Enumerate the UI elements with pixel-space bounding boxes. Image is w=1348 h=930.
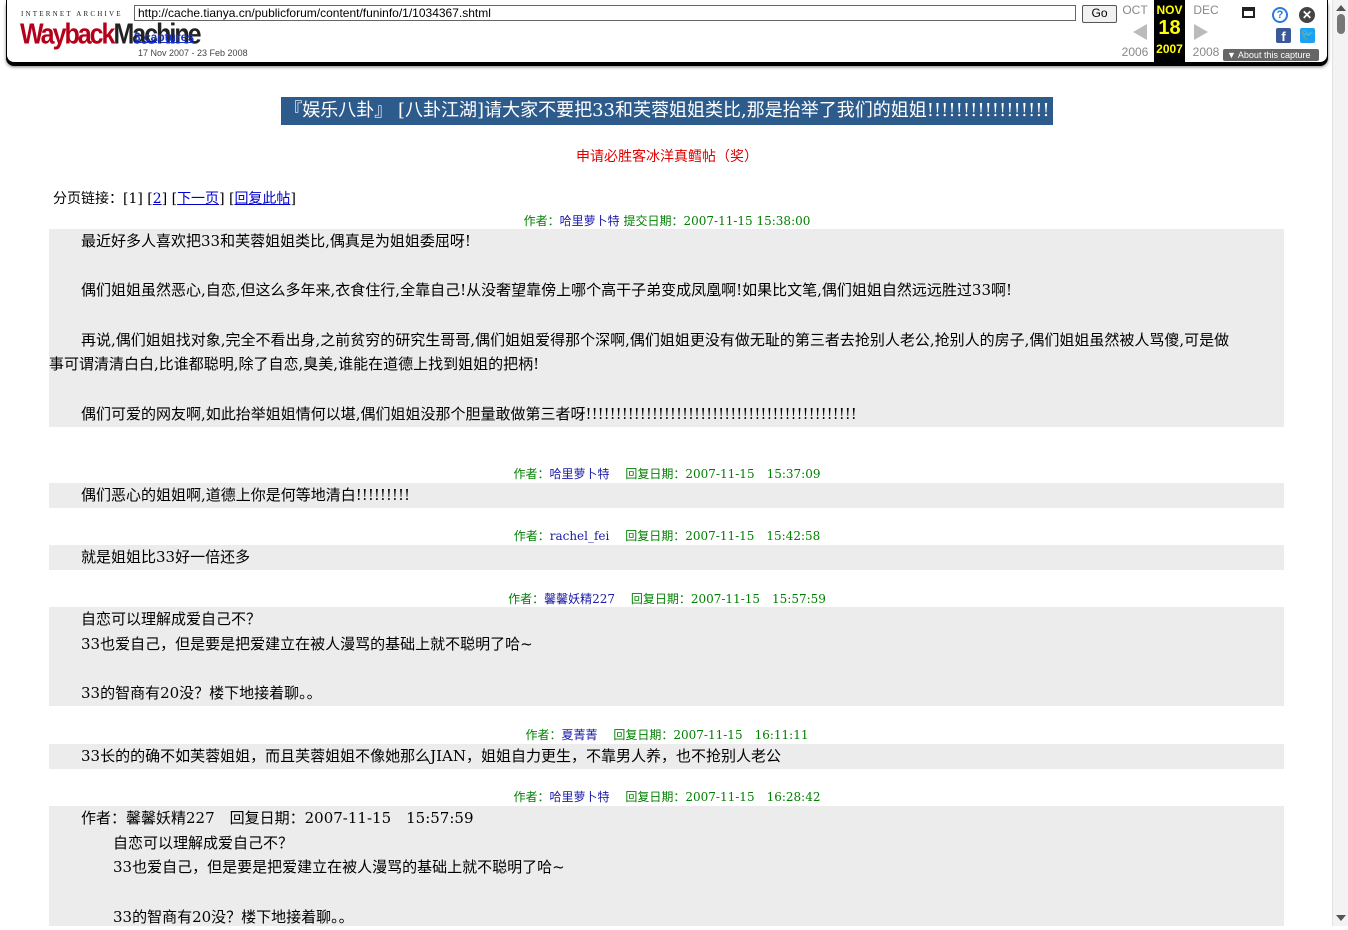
author-label: 作者： bbox=[525, 728, 562, 742]
post-header: 作者：rachel_fei 回复日期：2007-11-15 15:42:58 bbox=[0, 527, 1334, 544]
post-line: 自恋可以理解成爱自己不？ bbox=[113, 833, 294, 852]
pager-current: [1] bbox=[123, 191, 143, 207]
post-line: 偶们姐姐虽然恶心,自恋,但这么多年来,衣食住行,全靠自己!从没奢望靠傍上哪个高干… bbox=[81, 281, 1013, 300]
post-line: 33也爱自己，但是要是把爱建立在被人漫骂的基础上就不聪明了哈~ bbox=[81, 634, 533, 653]
wayback-logo-wayback: Wayback bbox=[20, 18, 115, 51]
date-label: 回复日期： bbox=[625, 529, 686, 543]
post-line: 33也爱自己，但是要是把爱建立在被人漫骂的基础上就不聪明了哈~ bbox=[113, 858, 565, 877]
selected-year: 2007 bbox=[1156, 42, 1183, 56]
post-header: 作者：馨馨妖精227 回复日期：2007-11-15 15:57:59 bbox=[0, 590, 1334, 607]
about-capture-label: About this capture bbox=[1237, 50, 1311, 60]
thread-title-wrap: 『娱乐八卦』 [八卦江湖]请大家不要把33和芙蓉姐姐类比,那是抬举了我们的姐姐!… bbox=[0, 97, 1334, 125]
about-capture-button[interactable]: ▼ About this capture bbox=[1223, 49, 1319, 61]
vertical-scrollbar[interactable] bbox=[1332, 0, 1348, 926]
scrollbar-thumb[interactable] bbox=[1337, 14, 1345, 34]
post-line: 偶们可爱的网友啊,如此抬举姐姐情何以堪,偶们姐姐没那个胆量敢做第三者呀!!!!!… bbox=[81, 404, 857, 423]
post-body: 自恋可以理解成爱自己不？ 33也爱自己，但是要是把爱建立在被人漫骂的基础上就不聪… bbox=[49, 607, 1284, 706]
author-label: 作者： bbox=[523, 214, 560, 228]
author-name[interactable]: 馨馨妖精227 bbox=[544, 592, 615, 606]
post-header: 作者：哈里萝卜特 回复日期：2007-11-15 16:28:42 bbox=[0, 788, 1334, 805]
wayback-toolbar: INTERNET ARCHIVE WaybackMachine http://c… bbox=[6, 0, 1328, 63]
post-date: 2007-11-15 15:38:00 bbox=[683, 214, 811, 228]
selected-month: NOV bbox=[1156, 3, 1183, 17]
author-label: 作者： bbox=[508, 592, 545, 606]
dropdown-triangle-icon: ▼ bbox=[1227, 50, 1238, 60]
post-body: 33长的的确不如芙蓉姐姐，而且芙蓉姐姐不像她那么JIAN，姐姐自力更生，不靠男人… bbox=[49, 744, 1284, 769]
facebook-icon[interactable]: f bbox=[1276, 28, 1291, 44]
twitter-icon[interactable]: 🐦 bbox=[1300, 28, 1315, 43]
scroll-down-arrow-icon[interactable] bbox=[1336, 915, 1346, 921]
thread-title: 『娱乐八卦』 [八卦江湖]请大家不要把33和芙蓉姐姐类比,那是抬举了我们的姐姐!… bbox=[281, 97, 1053, 125]
post-line: 就是姐姐比33好一倍还多 bbox=[81, 548, 251, 566]
post-line: 偶们恶心的姐姐啊,道德上你是何等地清白!!!!!!!!! bbox=[81, 486, 411, 504]
selected-day: 18 bbox=[1158, 17, 1181, 39]
post-line: 再说,偶们姐姐找对象,完全不看出身,之前贫穷的研究生哥哥,偶们姐姐爱得那个深啊,… bbox=[81, 330, 1230, 349]
post-header: 作者：哈里萝卜特 回复日期：2007-11-15 15:37:09 bbox=[0, 465, 1334, 482]
author-name[interactable]: 哈里萝卜特 bbox=[560, 214, 620, 228]
scroll-up-arrow-icon[interactable] bbox=[1336, 5, 1346, 11]
post-header: 作者：夏菁菁 回复日期：2007-11-15 16:11:11 bbox=[0, 726, 1334, 743]
post-body: 就是姐姐比33好一倍还多 bbox=[49, 545, 1284, 570]
author-name[interactable]: 哈里萝卜特 bbox=[550, 467, 610, 481]
help-icon[interactable]: ? bbox=[1272, 7, 1288, 23]
post-body: 最近好多人喜欢把33和芙蓉姐姐类比,偶真是为姐姐委屈呀! 偶们姐姐虽然恶心,自恋… bbox=[49, 229, 1284, 427]
author-label: 作者： bbox=[513, 529, 550, 543]
prev-year-label[interactable]: 2006 bbox=[1118, 45, 1152, 59]
post-line: 33长的的确不如芙蓉姐姐，而且芙蓉姐姐不像她那么JIAN，姐姐自力更生，不靠男人… bbox=[81, 747, 781, 765]
post-body: 作者：馨馨妖精227 回复日期：2007-11-15 15:57:59 自恋可以… bbox=[49, 806, 1284, 926]
post-date: 2007-11-15 15:37:09 bbox=[685, 467, 821, 481]
post-line: 最近好多人喜欢把33和芙蓉姐姐类比,偶真是为姐姐委屈呀! bbox=[81, 232, 471, 250]
calendar-icon[interactable] bbox=[1242, 7, 1255, 18]
prev-month-label[interactable]: OCT bbox=[1118, 3, 1152, 17]
captures-link[interactable]: 3 captures bbox=[134, 30, 194, 44]
post-date: 2007-11-15 15:57:59 bbox=[690, 592, 826, 606]
close-icon[interactable]: ✕ bbox=[1299, 7, 1315, 23]
pager-label: 分页链接： bbox=[53, 191, 123, 207]
author-label: 作者： bbox=[513, 790, 550, 804]
go-button[interactable]: Go bbox=[1082, 5, 1117, 23]
url-input[interactable]: http://cache.tianya.cn/publicforum/conte… bbox=[134, 5, 1076, 21]
post-date: 2007-11-15 15:42:58 bbox=[685, 529, 821, 543]
date-label: 回复日期： bbox=[625, 790, 686, 804]
pagination: 分页链接：[1] [2] [下一页] [回复此帖] bbox=[53, 191, 296, 207]
reply-link[interactable]: 回复此帖 bbox=[234, 191, 290, 207]
post-line: 事可谓清清白白,比谁都聪明,除了自恋,臭美,谁能在道德上找到姐姐的把柄! bbox=[49, 355, 540, 374]
next-year-label: 2008 bbox=[1192, 45, 1220, 59]
post-header: 作者：哈里萝卜特 提交日期：2007-11-15 15:38:00 bbox=[0, 212, 1334, 229]
date-label: 回复日期： bbox=[630, 592, 691, 606]
next-capture-arrow-icon bbox=[1194, 24, 1208, 40]
selected-date: NOV 18 2007 bbox=[1154, 0, 1185, 62]
author-name[interactable]: 哈里萝卜特 bbox=[550, 790, 610, 804]
author-name[interactable]: rachel_fei bbox=[550, 529, 610, 543]
quote-header: 作者：馨馨妖精227 回复日期：2007-11-15 15:57:59 bbox=[81, 809, 474, 827]
pager-page-2[interactable]: 2 bbox=[153, 191, 162, 207]
post-date: 2007-11-15 16:28:42 bbox=[685, 790, 821, 804]
date-label: 回复日期： bbox=[625, 467, 686, 481]
prev-capture-arrow-icon[interactable] bbox=[1133, 24, 1147, 40]
award-link[interactable]: 申请必胜客冰洋真鳕帖（奖） bbox=[0, 146, 1334, 166]
post-line: 33的智商有20没？楼下地接着聊。。 bbox=[81, 684, 322, 703]
internet-archive-label: INTERNET ARCHIVE bbox=[21, 10, 123, 18]
post-body: 偶们恶心的姐姐啊,道德上你是何等地清白!!!!!!!!! bbox=[49, 483, 1284, 508]
date-label: 提交日期： bbox=[623, 214, 684, 228]
capture-range: 17 Nov 2007 - 23 Feb 2008 bbox=[138, 48, 248, 58]
post-line: 自恋可以理解成爱自己不？ bbox=[81, 610, 262, 628]
author-label: 作者： bbox=[513, 467, 550, 481]
date-label: 回复日期： bbox=[613, 728, 674, 742]
author-name[interactable]: 夏菁菁 bbox=[562, 728, 598, 742]
next-month-label: DEC bbox=[1193, 3, 1219, 17]
pager-next[interactable]: 下一页 bbox=[177, 191, 219, 207]
post-date: 2007-11-15 16:11:11 bbox=[673, 728, 809, 742]
